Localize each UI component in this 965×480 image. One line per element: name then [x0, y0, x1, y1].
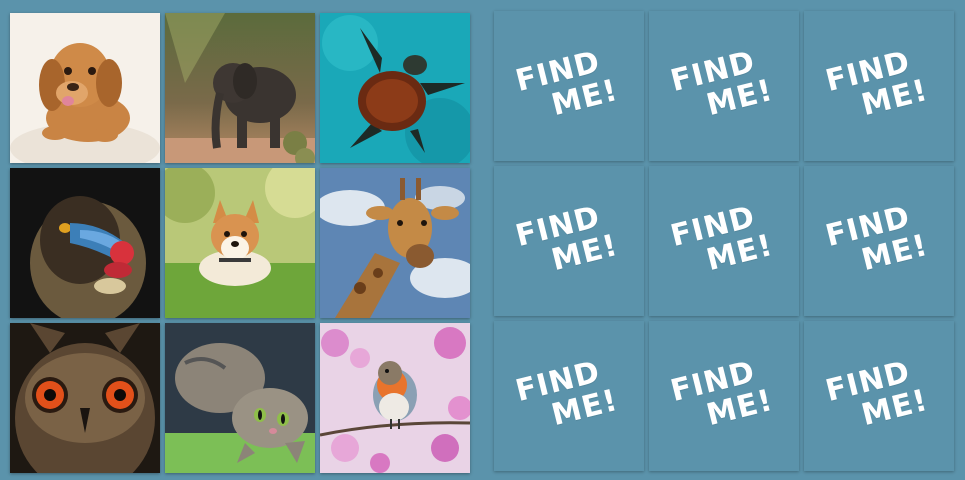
find-me-label: FIND ME! — [822, 354, 932, 434]
hidden-card[interactable]: FIND ME! — [494, 321, 644, 471]
robin-image — [320, 323, 470, 473]
elephant-image — [165, 13, 315, 163]
tile-owl[interactable] — [10, 323, 160, 473]
find-me-label: FIND ME! — [512, 354, 622, 434]
cat-image — [165, 323, 315, 473]
find-me-label: FIND ME! — [667, 354, 777, 434]
revealed-tiles-grid — [10, 13, 470, 473]
find-me-label: FIND ME! — [512, 199, 622, 279]
find-me-label: FIND ME! — [667, 44, 777, 124]
hidden-card[interactable]: FIND ME! — [494, 11, 644, 161]
puppy-image — [10, 13, 160, 163]
hidden-card[interactable]: FIND ME! — [804, 321, 954, 471]
tile-mandrill[interactable] — [10, 168, 160, 318]
hidden-card[interactable]: FIND ME! — [804, 166, 954, 316]
hidden-card[interactable]: FIND ME! — [649, 166, 799, 316]
hidden-cards-grid: FIND ME! FIND ME! FIND ME! FIND ME! FIND ME! … — [494, 11, 954, 471]
tile-cat[interactable] — [165, 323, 315, 473]
owl-image — [10, 323, 160, 473]
hidden-card[interactable]: FIND ME! — [649, 321, 799, 471]
find-me-label: FIND ME! — [822, 199, 932, 279]
giraffe-image — [320, 168, 470, 318]
hidden-card[interactable]: FIND ME! — [494, 166, 644, 316]
hidden-card[interactable]: FIND ME! — [649, 11, 799, 161]
find-me-label: FIND ME! — [822, 44, 932, 124]
tile-sea-turtle[interactable] — [320, 13, 470, 163]
tile-corgi[interactable] — [165, 168, 315, 318]
tile-puppy[interactable] — [10, 13, 160, 163]
tile-robin[interactable] — [320, 323, 470, 473]
find-me-label: FIND ME! — [512, 44, 622, 124]
tile-giraffe[interactable] — [320, 168, 470, 318]
find-me-label: FIND ME! — [667, 199, 777, 279]
mandrill-image — [10, 168, 160, 318]
tile-elephant[interactable] — [165, 13, 315, 163]
sea-turtle-image — [320, 13, 470, 163]
hidden-card[interactable]: FIND ME! — [804, 11, 954, 161]
corgi-image — [165, 168, 315, 318]
